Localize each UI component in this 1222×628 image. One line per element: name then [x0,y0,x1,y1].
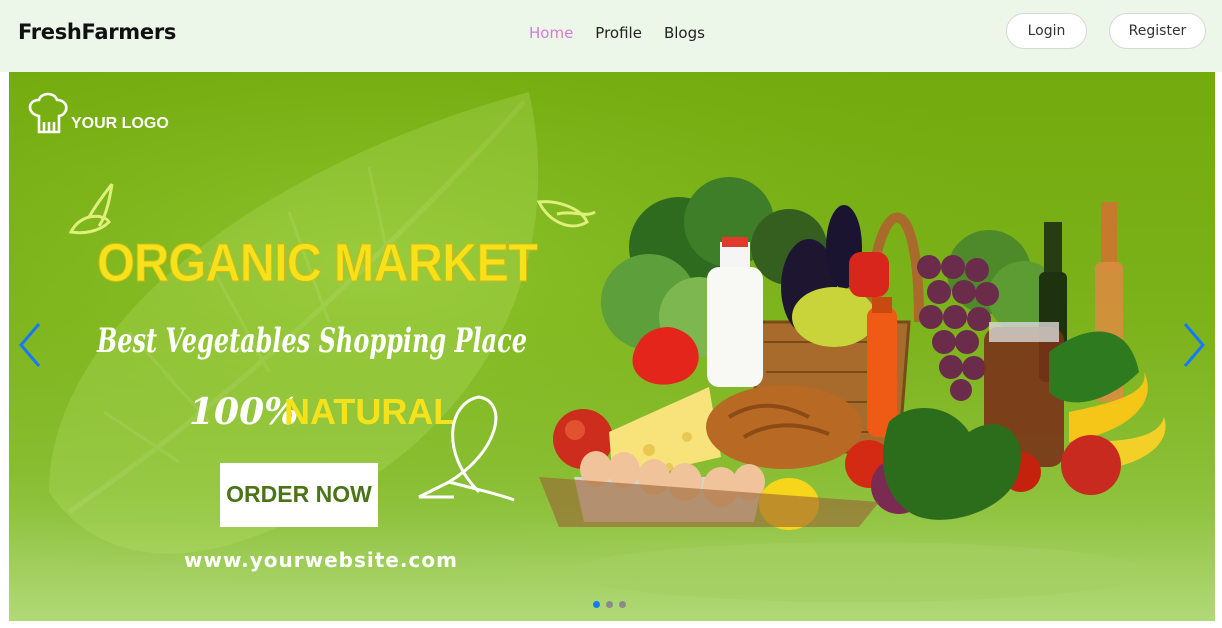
logo-text: YOUR LOGO [71,115,169,132]
banner-natural-prefix: 100% [189,391,298,433]
order-now-label: ORDER NOW [226,481,372,507]
nav-link-home[interactable]: Home [529,24,573,42]
order-now-button[interactable]: ORDER NOW [220,463,378,527]
banner-website: www.yourwebsite.com [184,548,458,572]
banner-natural-word: NATURAL [284,391,455,432]
brand-name[interactable]: FreshFarmers [18,20,176,44]
banner-slide[interactable]: YOUR LOGO ORGANIC MARKET Best Vegetables… [9,72,1215,621]
carousel-prev-arrow[interactable] [15,320,45,370]
navbar: FreshFarmers Home Profile Blogs Login Re… [0,0,1222,72]
nav-link-blogs[interactable]: Blogs [664,24,705,42]
banner-headline: ORGANIC MARKET [97,233,538,293]
login-button[interactable]: Login [1006,13,1087,49]
register-button[interactable]: Register [1109,13,1206,49]
banner-tagline: Best Vegetables Shopping Place [96,321,527,361]
hero-carousel: YOUR LOGO ORGANIC MARKET Best Vegetables… [9,72,1215,621]
carousel-indicators [593,601,626,608]
nav-link-profile[interactable]: Profile [595,24,642,42]
carousel-next-arrow[interactable] [1179,320,1209,370]
chevron-right-icon [1183,323,1205,367]
carousel-dot[interactable] [619,601,626,608]
chevron-left-icon [19,323,41,367]
carousel-dot[interactable] [593,601,600,608]
nav-links: Home Profile Blogs [529,24,705,42]
carousel-dot[interactable] [606,601,613,608]
